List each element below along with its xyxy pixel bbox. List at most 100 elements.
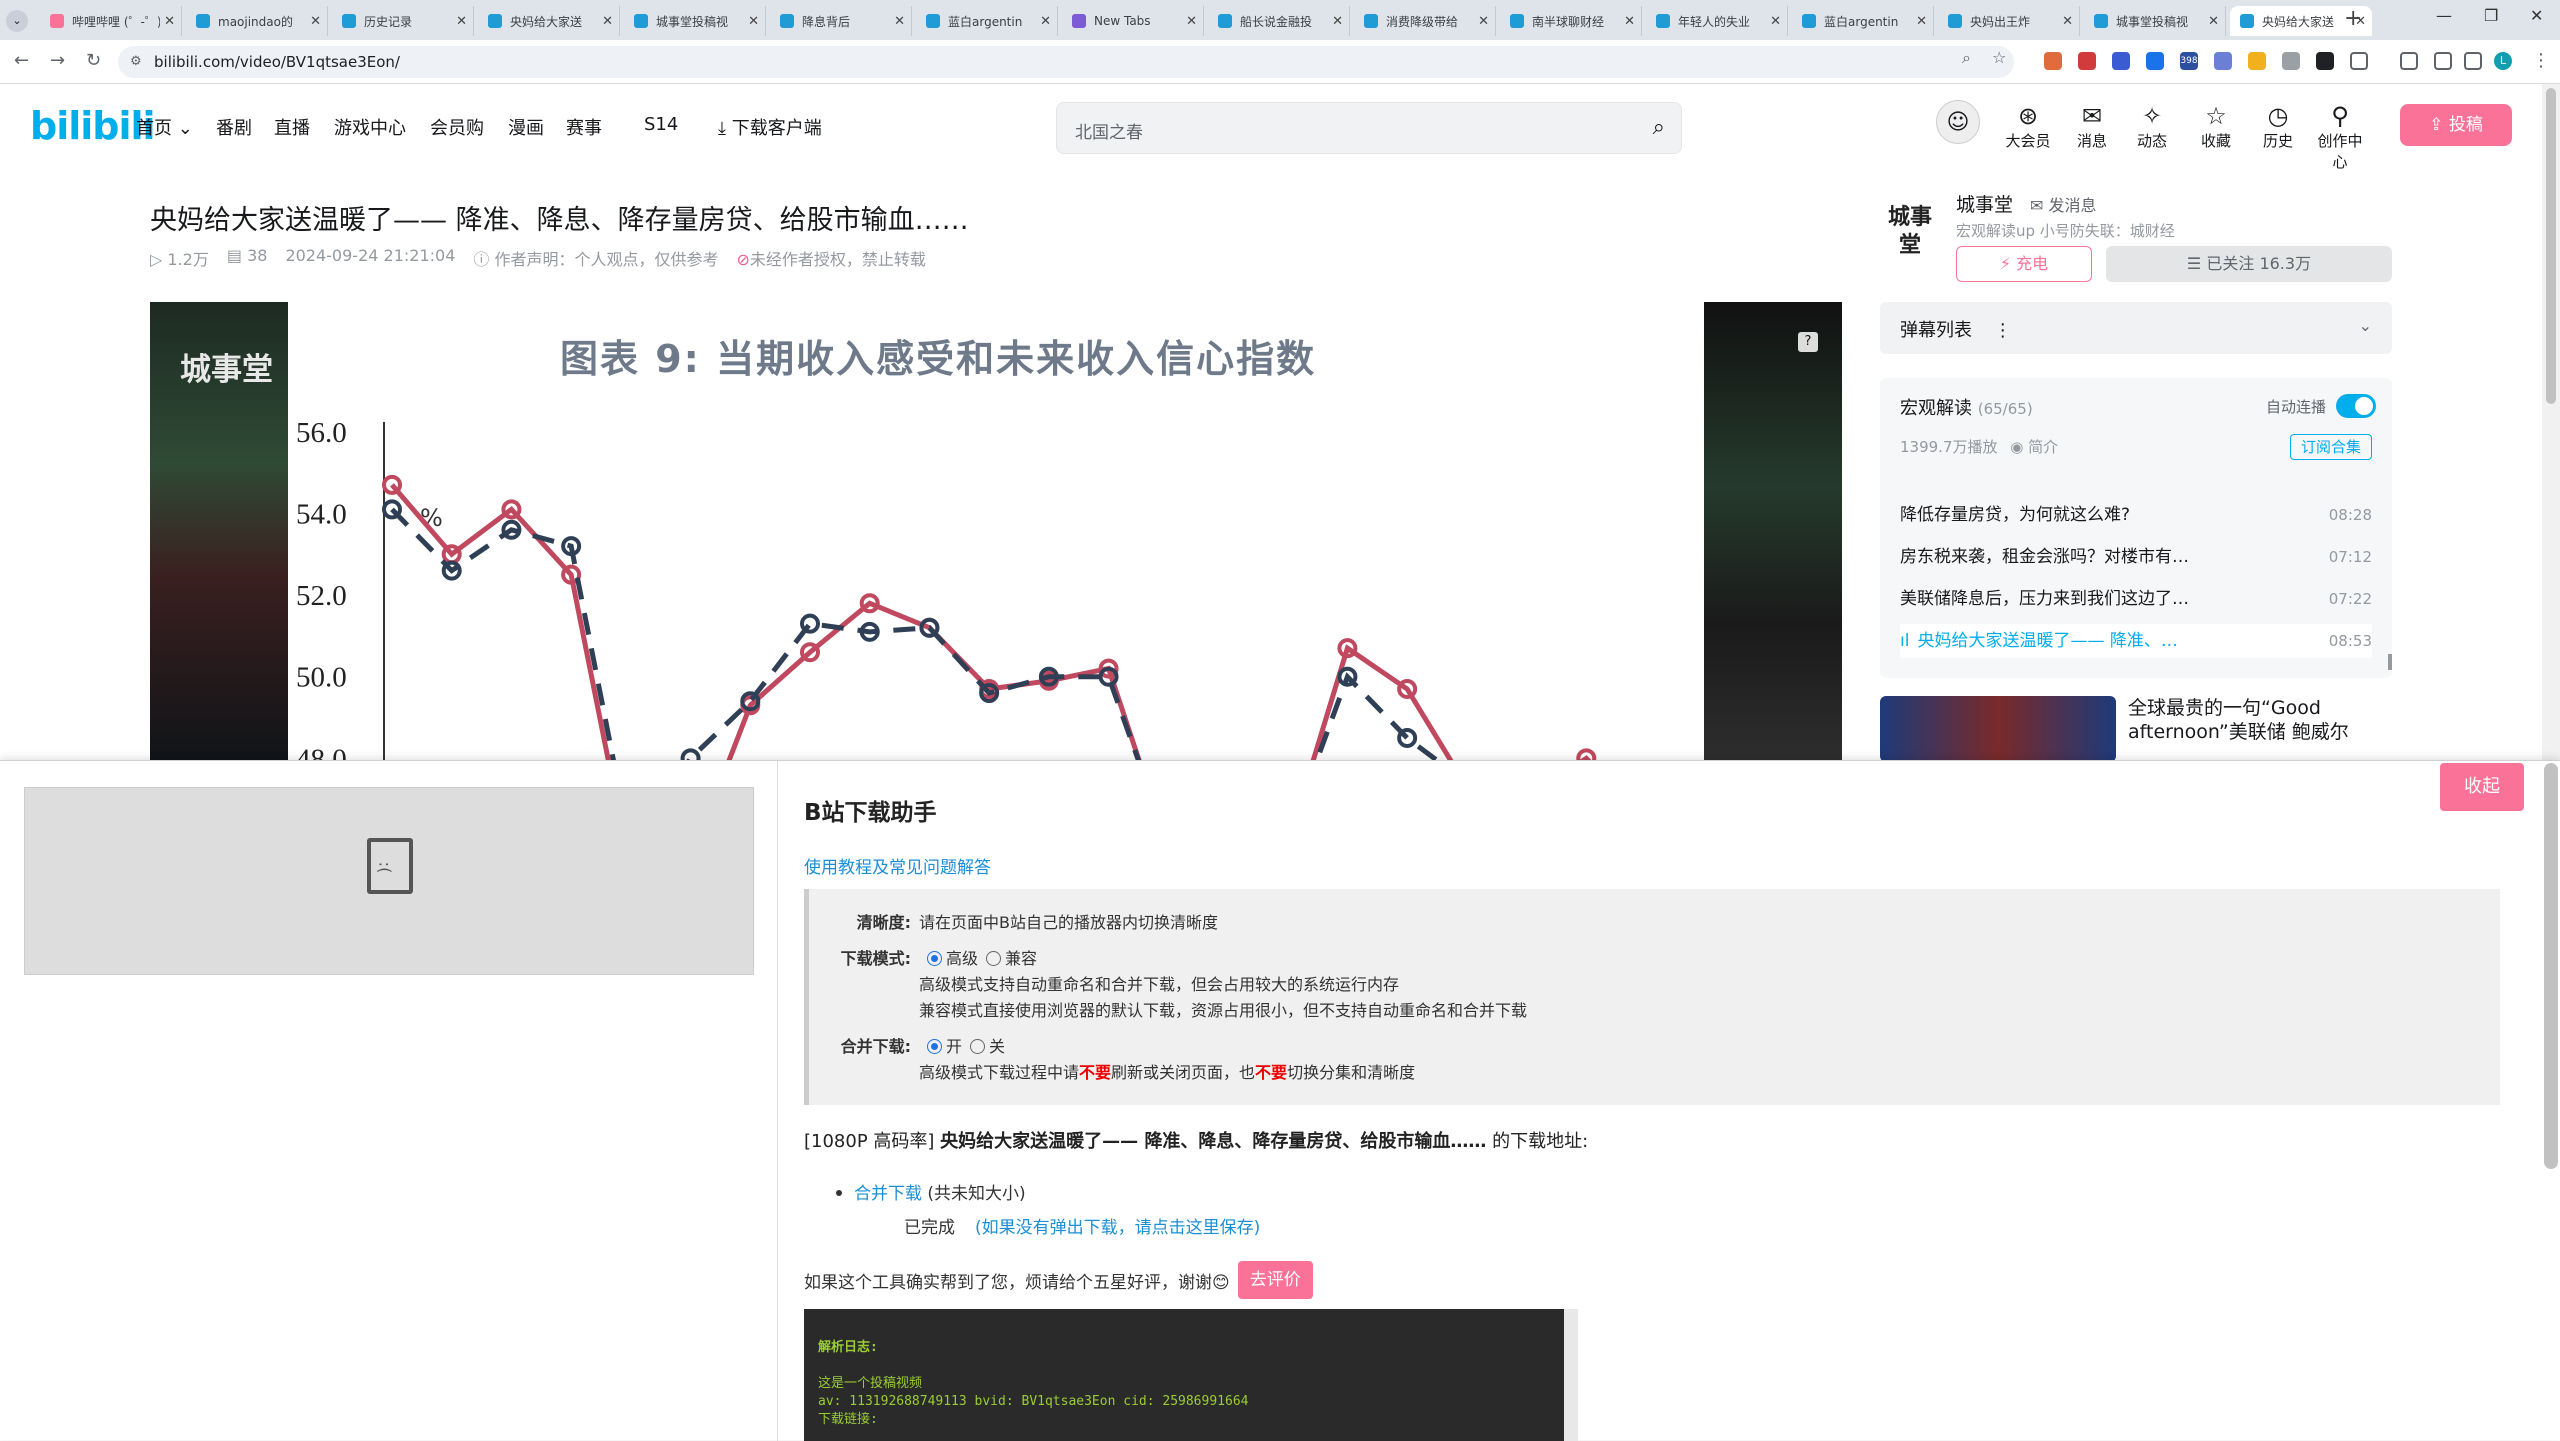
profile-avatar[interactable]: L	[2494, 52, 2512, 70]
help-icon[interactable]: ?	[1798, 332, 1818, 352]
download-client-link[interactable]: ⤓ 下载客户端	[718, 114, 822, 140]
extension-icon[interactable]	[2248, 52, 2266, 70]
reading-list-icon[interactable]	[2400, 52, 2418, 70]
close-tab-icon[interactable]: ✕	[2062, 14, 2073, 29]
playlist-item[interactable]: 美联储降息后，压力来到我们这边了… 07:22	[1900, 582, 2372, 616]
download-icon[interactable]	[2434, 52, 2452, 70]
forward-icon[interactable]: →	[50, 50, 65, 71]
close-tab-icon[interactable]: ✕	[456, 14, 467, 29]
minimize-button[interactable]: —	[2436, 6, 2452, 25]
browser-tab[interactable]: 城事堂投稿视 ✕	[624, 6, 766, 36]
nav-shop[interactable]: 会员购	[430, 114, 484, 140]
close-tab-icon[interactable]: ✕	[1478, 14, 1489, 29]
sidebar-icon[interactable]	[2464, 52, 2482, 70]
playlist-item[interactable]: 降低存量房贷，为何就这么难? 08:28	[1900, 498, 2372, 532]
nav-home[interactable]: 首页 ⌄	[136, 114, 193, 140]
rate-button[interactable]: 去评价	[1237, 1261, 1313, 1299]
site-info-icon[interactable]: ⚙	[130, 54, 142, 69]
extension-icon[interactable]	[2282, 52, 2300, 70]
mode-compat-label[interactable]: 兼容	[1005, 949, 1037, 968]
maximize-button[interactable]: ❐	[2484, 6, 2498, 25]
browser-tab[interactable]: 船长说金融投 ✕	[1208, 6, 1350, 36]
extension-icon[interactable]	[2316, 52, 2334, 70]
close-tab-icon[interactable]: ✕	[1332, 14, 1343, 29]
send-message-link[interactable]: ✉ 发消息	[2030, 192, 2097, 216]
more-kebab-icon[interactable]: ⋮	[1994, 320, 2012, 341]
browser-tab[interactable]: 南半球聊财经 ✕	[1500, 6, 1642, 36]
close-tab-icon[interactable]: ✕	[894, 14, 905, 29]
merge-on-label[interactable]: 开	[946, 1037, 962, 1056]
new-tab-button[interactable]: +	[2344, 6, 2362, 31]
nav-live[interactable]: 直播	[274, 114, 310, 140]
search-input[interactable]: 北国之春 ⌕	[1056, 102, 1682, 154]
recommended-title[interactable]: 全球最贵的一句“Good afternoon”美联储 鲍威尔	[2128, 696, 2392, 744]
close-tab-icon[interactable]: ✕	[1916, 14, 1927, 29]
close-tab-icon[interactable]: ✕	[1186, 14, 1197, 29]
close-tab-icon[interactable]: ✕	[1040, 14, 1051, 29]
danmaku-list-toggle[interactable]: 弹幕列表 ⋮ ⌄	[1880, 302, 2392, 354]
merge-off-radio[interactable]	[970, 1039, 986, 1054]
extension-icon[interactable]	[2044, 52, 2062, 70]
close-tab-icon[interactable]: ✕	[164, 14, 175, 29]
url-input[interactable]: ⚙ bilibili.com/video/BV1qtsae3Eon/	[118, 46, 2014, 78]
nav-manga[interactable]: 漫画	[508, 114, 544, 140]
user-avatar[interactable]: ☺	[1936, 100, 1980, 144]
browser-tab[interactable]: 降息背后 ✕	[770, 6, 912, 36]
upload-button[interactable]: ⇪ 投稿	[2400, 104, 2512, 146]
mode-advanced-radio[interactable]	[927, 951, 942, 966]
adblock-extension-icon[interactable]	[2078, 52, 2096, 70]
browser-tab[interactable]: 央妈给大家送 ✕	[478, 6, 620, 36]
translate-extension-icon[interactable]	[2146, 52, 2164, 70]
recommended-video[interactable]: 全球最贵的一句“Good afternoon”美联储 鲍威尔	[1880, 696, 2392, 762]
header-icon-1[interactable]: ✉ 消息	[2064, 102, 2120, 151]
log-scrollbar[interactable]	[1564, 1309, 1578, 1441]
collapse-button[interactable]: 收起	[2440, 763, 2524, 811]
playlist-scrollbar[interactable]	[2388, 654, 2392, 670]
helper-scrollbar[interactable]	[2544, 763, 2558, 1169]
playlist-intro[interactable]: 简介	[2028, 438, 2058, 456]
autoplay-toggle[interactable]	[2336, 394, 2376, 418]
browser-tab[interactable]: 历史记录 ✕	[332, 6, 474, 36]
browser-tab[interactable]: 蓝白argentin ✕	[1792, 6, 1934, 36]
browser-tab[interactable]: 年轻人的失业 ✕	[1646, 6, 1788, 36]
video-player[interactable]: 城事堂 bilibili 图表 9: 当期收入感受和未来收入信心指数 56.05…	[150, 302, 1842, 762]
extension-icon[interactable]	[2214, 52, 2232, 70]
browser-tab[interactable]: 城事堂投稿视 ✕	[2084, 6, 2226, 36]
close-tab-icon[interactable]: ✕	[602, 14, 613, 29]
merge-off-label[interactable]: 关	[989, 1037, 1005, 1056]
nav-events[interactable]: 赛事	[566, 114, 602, 140]
recommended-thumbnail[interactable]	[1880, 696, 2116, 762]
close-tab-icon[interactable]: ✕	[2208, 14, 2219, 29]
merge-download-link[interactable]: 合并下载	[854, 1184, 922, 1204]
subscribe-collection-button[interactable]: 订阅合集	[2289, 434, 2372, 460]
header-icon-0[interactable]: ⊛ 大会员	[2000, 102, 2056, 151]
header-icon-5[interactable]: ⚲ 创作中心	[2312, 102, 2368, 172]
charge-button[interactable]: ⚡ 充电	[1956, 246, 2092, 282]
search-icon[interactable]: ⌕	[1653, 115, 1665, 140]
reload-icon[interactable]: ↻	[86, 50, 101, 71]
zoom-icon[interactable]: ⌕	[1962, 48, 1971, 68]
playlist-item[interactable]: 房东税来袭，租金会涨吗？对楼市有… 07:12	[1900, 540, 2372, 574]
back-icon[interactable]: ←	[14, 50, 29, 71]
close-tab-icon[interactable]: ✕	[748, 14, 759, 29]
mode-advanced-label[interactable]: 高级	[946, 949, 978, 968]
browser-tab[interactable]: 央妈出王炸 ✕	[1938, 6, 2080, 36]
close-tab-icon[interactable]: ✕	[1770, 14, 1781, 29]
nav-s14[interactable]: S14	[644, 114, 678, 135]
browser-tab[interactable]: 哔哩哔哩 (゜-゜) ✕	[40, 6, 182, 36]
close-tab-icon[interactable]: ✕	[1624, 14, 1635, 29]
nav-game-center[interactable]: 游戏中心	[334, 114, 406, 140]
playlist-title[interactable]: 宏观解读 (65/65)	[1900, 394, 2033, 420]
close-window-button[interactable]: ✕	[2530, 6, 2543, 25]
close-tab-icon[interactable]: ✕	[310, 14, 321, 29]
header-icon-3[interactable]: ☆ 收藏	[2188, 102, 2244, 151]
follow-button[interactable]: ☰ 已关注 16.3万	[2106, 246, 2392, 282]
browser-tab[interactable]: 蓝白argentin ✕	[916, 6, 1058, 36]
header-icon-4[interactable]: ◷ 历史	[2250, 102, 2306, 151]
browser-tab[interactable]: New Tabs ✕	[1062, 6, 1204, 36]
menu-kebab-icon[interactable]: ⋮	[2532, 50, 2550, 71]
page-scroll-thumb[interactable]	[2546, 88, 2556, 404]
browser-tab[interactable]: maojindao的 ✕	[186, 6, 328, 36]
header-icon-2[interactable]: ✧ 动态	[2124, 102, 2180, 151]
browser-tab[interactable]: 消费降级带给 ✕	[1354, 6, 1496, 36]
